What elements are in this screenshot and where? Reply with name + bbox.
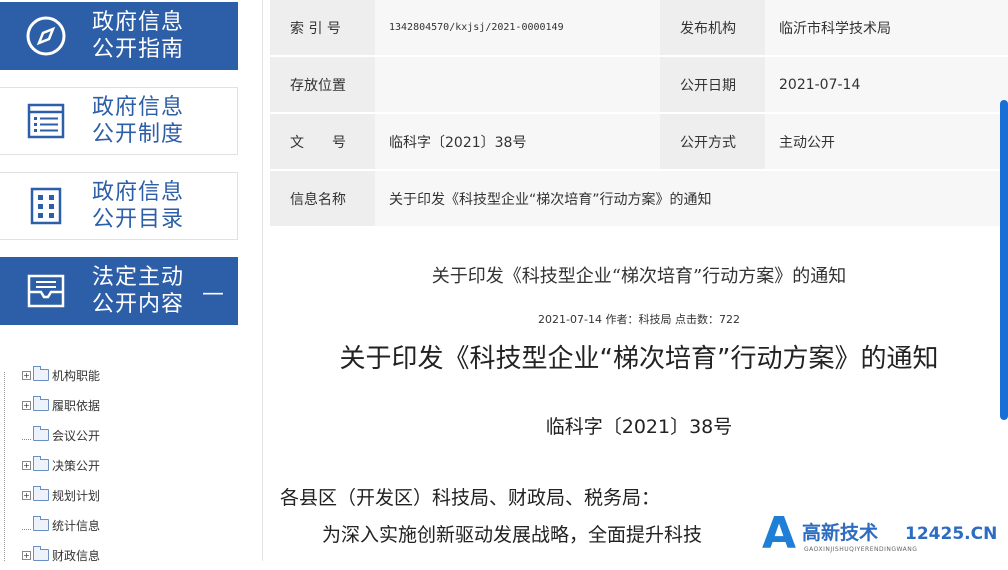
scrollbar[interactable] (1000, 100, 1008, 420)
document-number: 临科字〔2021〕38号 (545, 416, 733, 438)
folder-icon (33, 396, 49, 411)
docno-label: 文 号 (270, 114, 375, 171)
publisher-label: 发布机构 (660, 0, 765, 57)
method-label: 公开方式 (660, 114, 765, 171)
nav-card-label: 法定主动 公开内容 (92, 265, 185, 317)
watermark-logo: A 高新技术 12425.CN GAOXINJISHUQIYERENDINGWA… (762, 510, 1008, 561)
location-label: 存放位置 (270, 57, 375, 114)
nav-card-label: 政府信息 公开制度 (92, 95, 185, 147)
name-label: 信息名称 (270, 171, 375, 228)
method-value: 主动公开 (765, 114, 1008, 171)
watermark-letter: A (762, 508, 797, 559)
tree-item-statistics[interactable]: 统计信息 (22, 510, 232, 540)
tree-line (4, 372, 5, 561)
tree-item-label: 履职依据 (52, 398, 101, 413)
index-label: 索 引 号 (270, 0, 375, 57)
tree-connector (22, 520, 31, 530)
docno-value: 临科字〔2021〕38号 (375, 114, 660, 171)
folder-icon (33, 426, 49, 441)
expand-icon[interactable]: + (22, 370, 31, 380)
watermark-subtext: GAOXINJISHUQIYERENDINGWANG (804, 546, 918, 553)
grid-icon (0, 186, 92, 226)
article-info: 2021-07-14 作者：科技局 点击数：722 (538, 313, 740, 326)
divider (262, 0, 263, 561)
folder-icon (33, 516, 49, 531)
nav-card-label: 政府信息 公开指南 (92, 10, 185, 62)
tree-item-label: 规划计划 (52, 488, 101, 503)
tree-item-finance[interactable]: + 财政信息 (22, 540, 232, 570)
tree-item-label: 机构职能 (52, 368, 101, 383)
watermark-site-suffix: .CN (964, 524, 998, 544)
nav-card-catalog[interactable]: 政府信息 公开目录 (0, 172, 238, 240)
watermark-site-main: 12425 (905, 524, 965, 544)
expand-icon[interactable]: + (22, 550, 31, 560)
expand-icon[interactable]: + (22, 460, 31, 470)
tree-item-plans[interactable]: + 规划计划 (22, 480, 232, 510)
tree-item-decisions[interactable]: + 决策公开 (22, 450, 232, 480)
expand-icon[interactable]: + (22, 400, 31, 410)
tree-item-functions[interactable]: + 机构职能 (22, 360, 232, 390)
folder-icon (33, 486, 49, 501)
tree-item-basis[interactable]: + 履职依据 (22, 390, 232, 420)
publisher-value: 临沂市科学技术局 (765, 0, 1008, 57)
folder-icon (33, 366, 49, 381)
compass-icon (0, 15, 92, 57)
table-row: 信息名称 关于印发《科技型企业“梯次培育”行动方案》的通知 (270, 171, 1008, 228)
date-value: 2021-07-14 (765, 57, 1008, 114)
table-row: 索 引 号 1342804570/kxjsj/2021-0000149 发布机构… (270, 0, 1008, 57)
table-row: 存放位置 公开日期 2021-07-14 (270, 57, 1008, 114)
folder-icon (33, 546, 49, 561)
list-doc-icon (0, 101, 92, 141)
name-value: 关于印发《科技型企业“梯次培育”行动方案》的通知 (375, 171, 1008, 228)
collapse-toggle[interactable]: — (202, 281, 224, 306)
metadata-table: 索 引 号 1342804570/kxjsj/2021-0000149 发布机构… (270, 0, 1008, 228)
folder-icon (33, 456, 49, 471)
watermark-text: 高新技术 (802, 522, 879, 544)
nav-card-guide[interactable]: 政府信息 公开指南 (0, 2, 238, 70)
watermark-site: 12425.CN (905, 524, 997, 544)
nav-card-system[interactable]: 政府信息 公开制度 (0, 87, 238, 155)
inbox-icon (0, 270, 92, 312)
index-value: 1342804570/kxjsj/2021-0000149 (375, 0, 660, 57)
nav-card-content[interactable]: 法定主动 公开内容 — (0, 257, 238, 325)
location-value (375, 57, 660, 114)
salutation: 各县区（开发区）科技局、财政局、税务局： (280, 487, 661, 509)
table-row: 文 号 临科字〔2021〕38号 公开方式 主动公开 (270, 114, 1008, 171)
article-title-small: 关于印发《科技型企业“梯次培育”行动方案》的通知 (431, 266, 847, 287)
tree-item-label: 会议公开 (52, 428, 101, 443)
nav-card-label: 政府信息 公开目录 (92, 180, 185, 232)
sidebar: 政府信息 公开指南 政府信息 公开制度 政府信息 公开目录 法定主动 公开内容 … (0, 0, 240, 563)
tree-item-meetings[interactable]: 会议公开 (22, 420, 232, 450)
tree-item-label: 决策公开 (52, 458, 101, 473)
article-title: 关于印发《科技型企业“梯次培育”行动方案》的通知 (339, 344, 939, 374)
date-label: 公开日期 (660, 57, 765, 114)
expand-icon[interactable]: + (22, 490, 31, 500)
paragraph: 为深入实施创新驱动发展战略，全面提升科技 (322, 524, 703, 546)
tree-connector (22, 430, 31, 440)
tree-item-label: 统计信息 (52, 518, 101, 533)
category-tree: + 机构职能 + 履职依据 会议公开 + 决策公开 + 规划计划 统计信息 + … (22, 360, 232, 570)
